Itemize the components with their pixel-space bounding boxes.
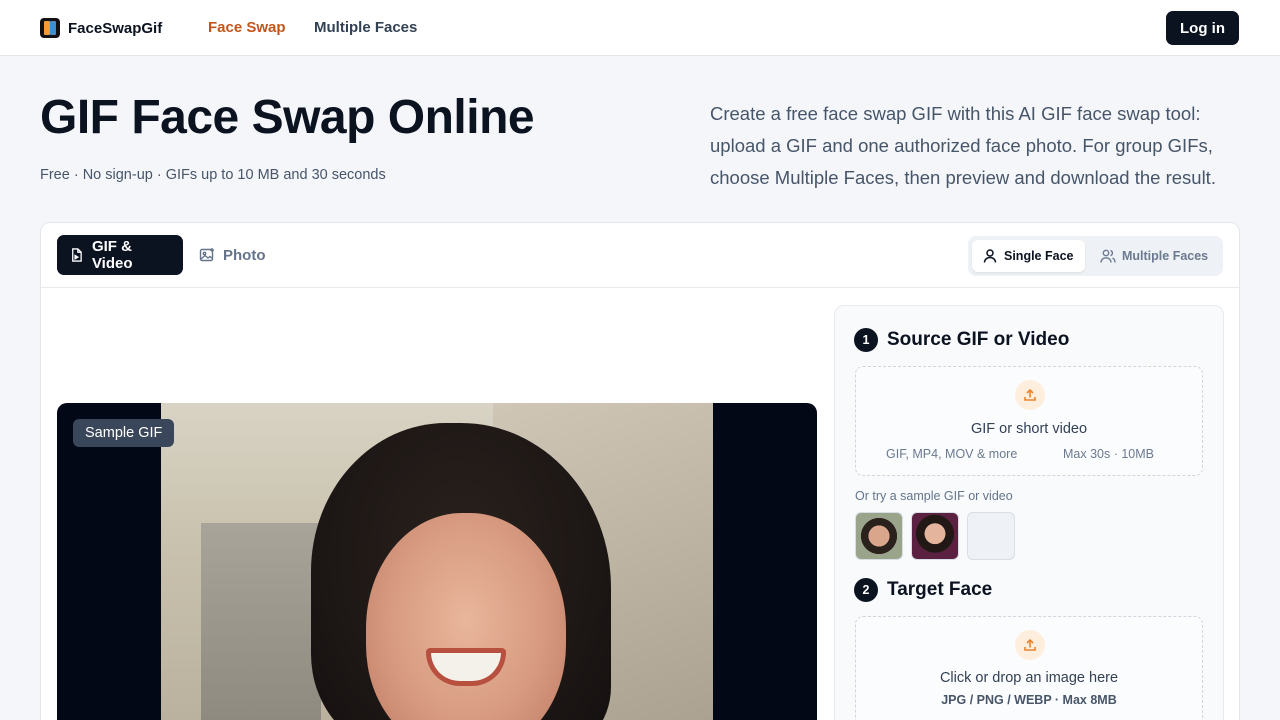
- source-upload-dropzone[interactable]: GIF or short video GIF, MP4, MOV & more …: [855, 366, 1203, 476]
- brand-logo[interactable]: FaceSwapGif: [40, 18, 162, 38]
- single-face-label: Single Face: [1004, 249, 1074, 263]
- sample-prompt: Or try a sample GIF or video: [855, 489, 1013, 503]
- login-button[interactable]: Log in: [1166, 11, 1239, 45]
- target-formats: JPG / PNG / WEBP · Max 8MB: [941, 693, 1117, 707]
- gif-preview[interactable]: Sample GIF: [57, 403, 817, 720]
- step-title: Source GIF or Video: [887, 329, 1070, 350]
- hero-description: Create a free face swap GIF with this AI…: [710, 103, 1216, 188]
- target-face-dropzone[interactable]: Click or drop an image here JPG / PNG / …: [855, 616, 1203, 720]
- step-number: 1: [854, 328, 878, 352]
- sample-thumbnail[interactable]: [911, 512, 959, 560]
- source-formats: GIF, MP4, MOV & more: [886, 447, 1018, 461]
- face-mode-toggle: Single Face Multiple Faces: [968, 236, 1223, 276]
- tool-header: GIF & Video Photo Single Face Multiple F…: [41, 223, 1239, 288]
- multiple-faces-label: Multiple Faces: [1122, 249, 1209, 263]
- subject-face: [366, 513, 566, 720]
- gif-file-icon: [72, 248, 82, 262]
- preview-image: [161, 403, 713, 720]
- step-title: Target Face: [887, 579, 993, 600]
- users-icon: [1100, 249, 1116, 263]
- sample-thumbnail[interactable]: [855, 512, 903, 560]
- tab-label: Photo: [223, 246, 266, 264]
- tool-card: GIF & Video Photo Single Face Multiple F…: [40, 222, 1240, 720]
- brand-name: FaceSwapGif: [68, 19, 163, 37]
- user-icon: [983, 249, 997, 263]
- logo-icon: [40, 18, 60, 38]
- single-face-button[interactable]: Single Face: [972, 240, 1085, 272]
- source-limits: Max 30s · 10MB: [1063, 447, 1155, 461]
- step-target: 2 Target Face: [854, 578, 992, 602]
- nav-link-face-swap[interactable]: Face Swap: [208, 19, 286, 36]
- background-building-left: [201, 523, 321, 720]
- upload-icon: [1015, 630, 1045, 660]
- target-drop-title: Click or drop an image here: [939, 670, 1119, 686]
- multiple-faces-button[interactable]: Multiple Faces: [1090, 240, 1218, 272]
- tab-photo[interactable]: Photo: [187, 235, 278, 275]
- upload-icon: [1015, 380, 1045, 410]
- tab-label: GIF & Video: [91, 238, 133, 272]
- page-title: GIF Face Swap Online: [40, 91, 535, 144]
- sample-gif-badge: Sample GIF: [73, 419, 175, 447]
- top-nav: FaceSwapGif Face Swap Multiple Faces Log…: [0, 0, 1280, 56]
- step-source: 1 Source GIF or Video: [854, 328, 1069, 352]
- nav-link-multiple-faces[interactable]: Multiple Faces: [314, 19, 417, 36]
- hero-subtitle: Free · No sign-up · GIFs up to 10 MB and…: [40, 167, 386, 183]
- step-number: 2: [854, 578, 878, 602]
- image-icon: [199, 248, 214, 262]
- tab-gif-video[interactable]: GIF & Video: [57, 235, 183, 275]
- source-drop-title: GIF or short video: [970, 421, 1088, 437]
- settings-panel: 1 Source GIF or Video GIF or short video…: [834, 305, 1224, 720]
- sample-thumbnail[interactable]: [967, 512, 1015, 560]
